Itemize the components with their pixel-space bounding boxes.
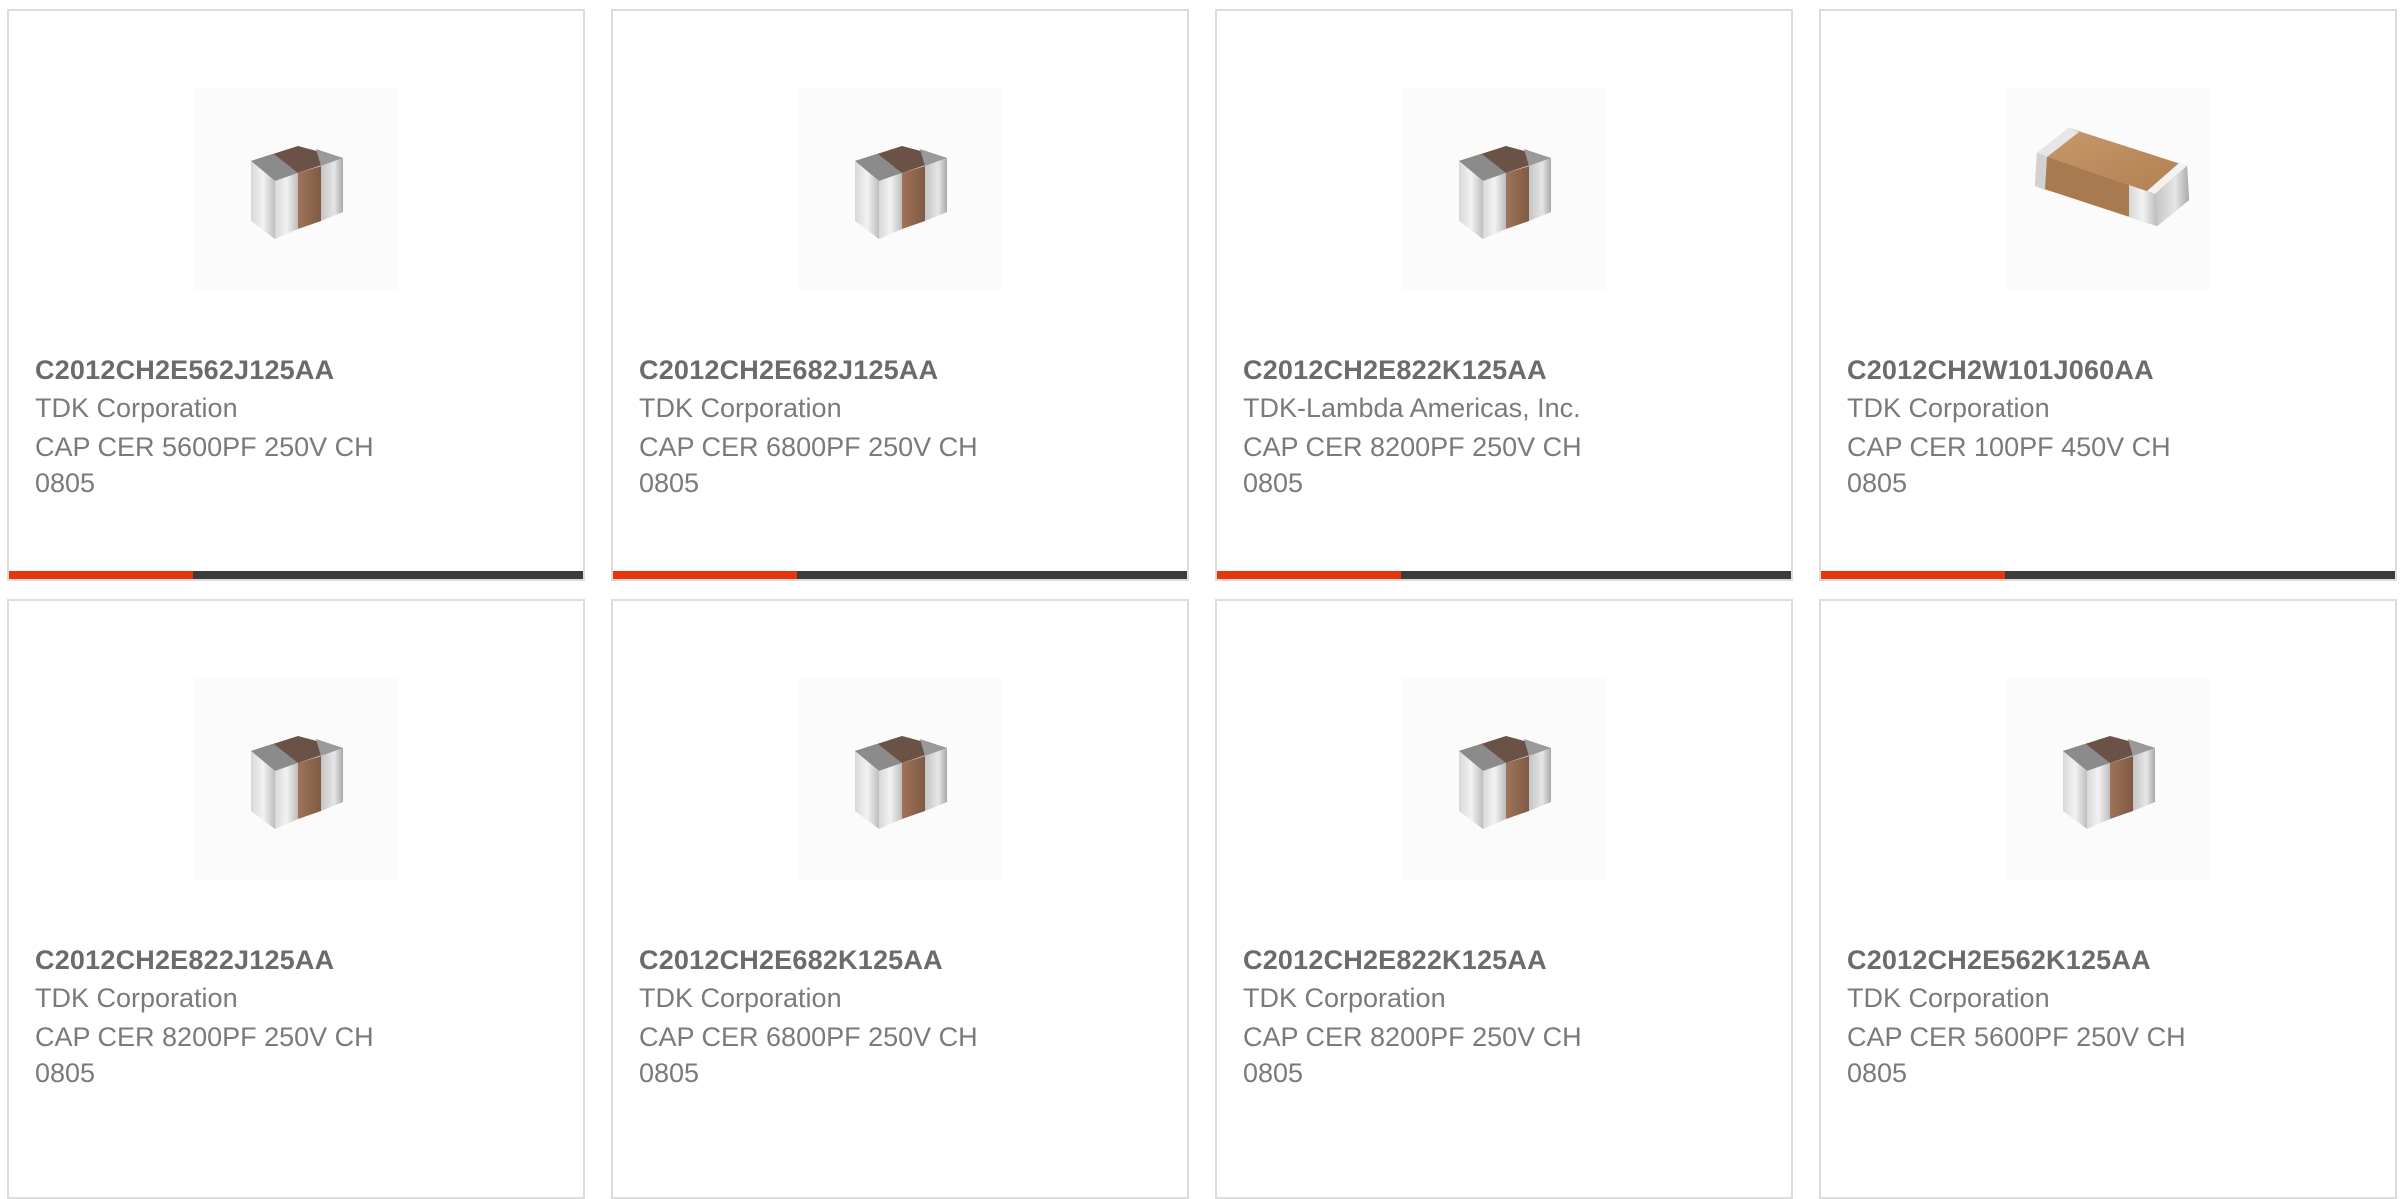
manufacturer: TDK Corporation (35, 983, 238, 1013)
progress-bar-fill (1217, 571, 1401, 579)
manufacturer: TDK-Lambda Americas, Inc. (1243, 393, 1581, 423)
part-number[interactable]: C2012CH2E822J125AA (35, 945, 334, 976)
description: CAP CER 8200PF 250V CH 0805 (1243, 432, 1582, 498)
product-card[interactable]: C2012CH2E682K125AA TDK Corporation CAP C… (611, 599, 1189, 1199)
part-number[interactable]: C2012CH2E682K125AA (639, 945, 943, 976)
product-card[interactable]: C2012CH2E562J125AA TDK Corporation CAP C… (7, 9, 585, 581)
capacitor-flat-icon (2007, 88, 2209, 290)
description: CAP CER 8200PF 250V CH 0805 (35, 1022, 374, 1088)
capacitor-0805-icon (1403, 88, 1605, 290)
manufacturer: TDK Corporation (1847, 393, 2050, 423)
part-number[interactable]: C2012CH2E562K125AA (1847, 945, 2151, 976)
description: CAP CER 6800PF 250V CH 0805 (639, 432, 978, 498)
progress-bar (9, 571, 583, 579)
progress-bar-fill (9, 571, 193, 579)
progress-bar-fill (613, 571, 797, 579)
product-grid: C2012CH2E562J125AA TDK Corporation CAP C… (0, 0, 2400, 1199)
product-card[interactable]: C2012CH2E822K125AA TDK-Lambda Americas, … (1215, 9, 1793, 581)
description: CAP CER 100PF 450V CH 0805 (1847, 432, 2171, 498)
progress-bar (613, 571, 1187, 579)
progress-bar (1217, 571, 1791, 579)
manufacturer: TDK Corporation (639, 983, 842, 1013)
progress-bar-fill (1821, 571, 2005, 579)
description: CAP CER 8200PF 250V CH 0805 (1243, 1022, 1582, 1088)
capacitor-0805-icon (799, 88, 1001, 290)
description: CAP CER 6800PF 250V CH 0805 (639, 1022, 978, 1088)
description: CAP CER 5600PF 250V CH 0805 (1847, 1022, 2186, 1088)
capacitor-0805-icon (2007, 678, 2209, 880)
manufacturer: TDK Corporation (639, 393, 842, 423)
capacitor-0805-icon (1403, 678, 1605, 880)
manufacturer: TDK Corporation (35, 393, 238, 423)
part-number[interactable]: C2012CH2E562J125AA (35, 355, 334, 386)
product-card[interactable]: C2012CH2E822K125AA TDK Corporation CAP C… (1215, 599, 1793, 1199)
description: CAP CER 5600PF 250V CH 0805 (35, 432, 374, 498)
product-card[interactable]: C2012CH2W101J060AA TDK Corporation CAP C… (1819, 9, 2397, 581)
capacitor-0805-icon (195, 678, 397, 880)
manufacturer: TDK Corporation (1243, 983, 1446, 1013)
product-card[interactable]: C2012CH2E682J125AA TDK Corporation CAP C… (611, 9, 1189, 581)
part-number[interactable]: C2012CH2E822K125AA (1243, 945, 1547, 976)
product-card[interactable]: C2012CH2E822J125AA TDK Corporation CAP C… (7, 599, 585, 1199)
product-card[interactable]: C2012CH2E562K125AA TDK Corporation CAP C… (1819, 599, 2397, 1199)
part-number[interactable]: C2012CH2E822K125AA (1243, 355, 1547, 386)
progress-bar (1821, 571, 2395, 579)
part-number[interactable]: C2012CH2W101J060AA (1847, 355, 2154, 386)
manufacturer: TDK Corporation (1847, 983, 2050, 1013)
capacitor-0805-icon (195, 88, 397, 290)
part-number[interactable]: C2012CH2E682J125AA (639, 355, 938, 386)
capacitor-0805-icon (799, 678, 1001, 880)
